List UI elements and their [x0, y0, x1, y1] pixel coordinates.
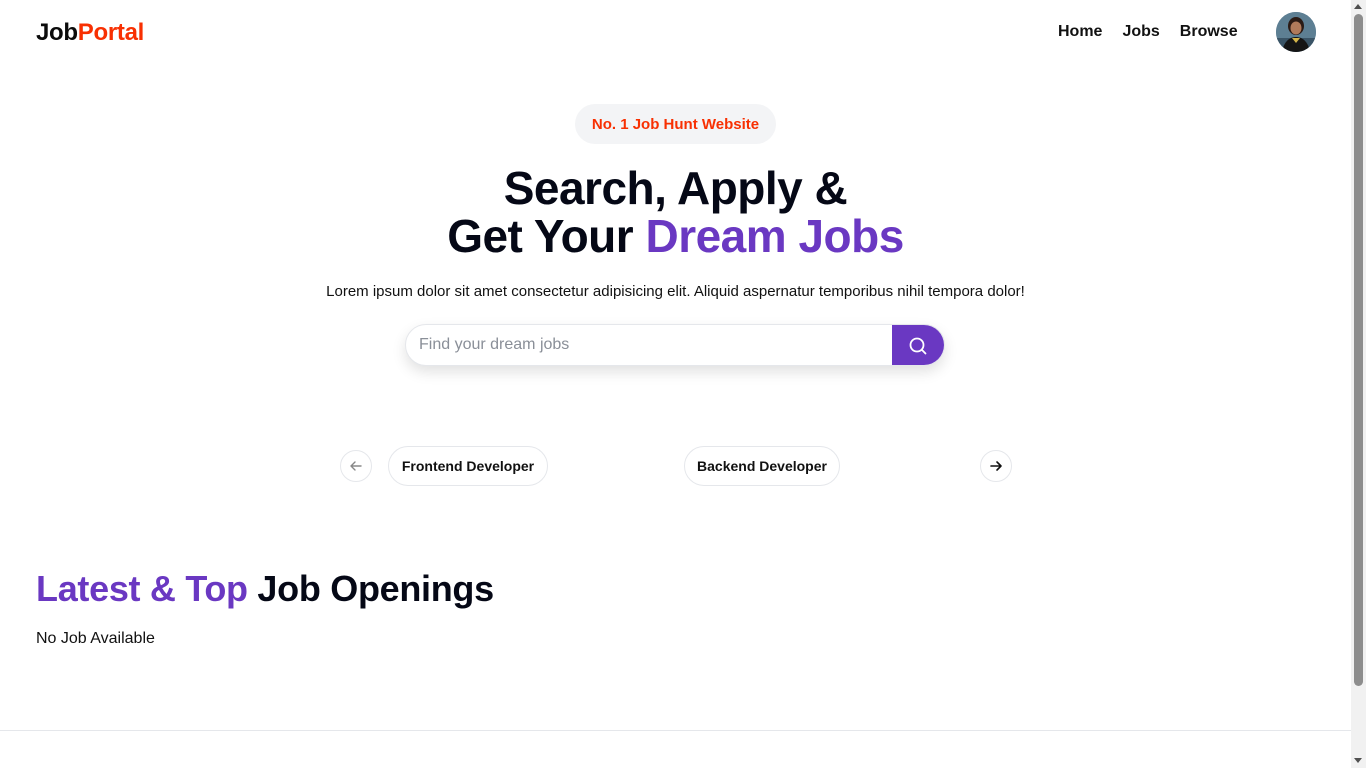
hero-title-accent: Dream Jobs — [645, 210, 904, 262]
hero-description: Lorem ipsum dolor sit amet consectetur a… — [326, 283, 1025, 300]
latest-heading-plain: Job Openings — [247, 568, 494, 609]
logo[interactable]: JobPortal — [36, 19, 144, 47]
search-icon — [909, 337, 927, 355]
latest-jobs-heading: Latest & Top Job Openings — [36, 568, 494, 610]
hero-title-line1: Search, Apply & — [503, 162, 848, 214]
nav-link-home[interactable]: Home — [1058, 23, 1102, 41]
user-avatar[interactable] — [1276, 12, 1316, 52]
scroll-up-arrow-icon[interactable] — [1354, 4, 1362, 9]
carousel-prev-button[interactable] — [340, 450, 372, 482]
nav-link-browse[interactable]: Browse — [1180, 23, 1238, 41]
page: JobPortal Home Jobs Browse No. 1 Job Hun… — [0, 0, 1351, 768]
hero-title: Search, Apply & Get Your Dream Jobs — [0, 164, 1351, 260]
avatar-icon — [1276, 12, 1316, 52]
scrollbar-thumb[interactable] — [1354, 14, 1363, 686]
nav-link-jobs[interactable]: Jobs — [1122, 23, 1159, 41]
scroll-down-arrow-icon[interactable] — [1354, 758, 1362, 763]
latest-heading-accent: Latest & Top — [36, 568, 248, 609]
nav-links: Home Jobs Browse — [1058, 23, 1238, 41]
category-chip-frontend[interactable]: Frontend Developer — [388, 446, 548, 486]
vertical-scrollbar[interactable] — [1351, 0, 1366, 768]
logo-part-portal: Portal — [77, 19, 145, 46]
logo-part-job: Job — [36, 19, 78, 46]
arrow-left-icon — [350, 461, 362, 471]
category-chip-backend[interactable]: Backend Developer — [684, 446, 840, 486]
empty-jobs-message: No Job Available — [36, 630, 155, 647]
arrow-right-icon — [990, 461, 1002, 471]
search-button[interactable] — [892, 325, 944, 365]
carousel-next-button[interactable] — [980, 450, 1012, 482]
search-input[interactable] — [406, 325, 892, 365]
hero-title-line2: Get Your — [447, 210, 646, 262]
search-bar — [405, 324, 945, 366]
navbar: JobPortal Home Jobs Browse — [0, 0, 1351, 66]
footer-divider — [0, 730, 1351, 731]
hero-badge: No. 1 Job Hunt Website — [575, 104, 776, 144]
